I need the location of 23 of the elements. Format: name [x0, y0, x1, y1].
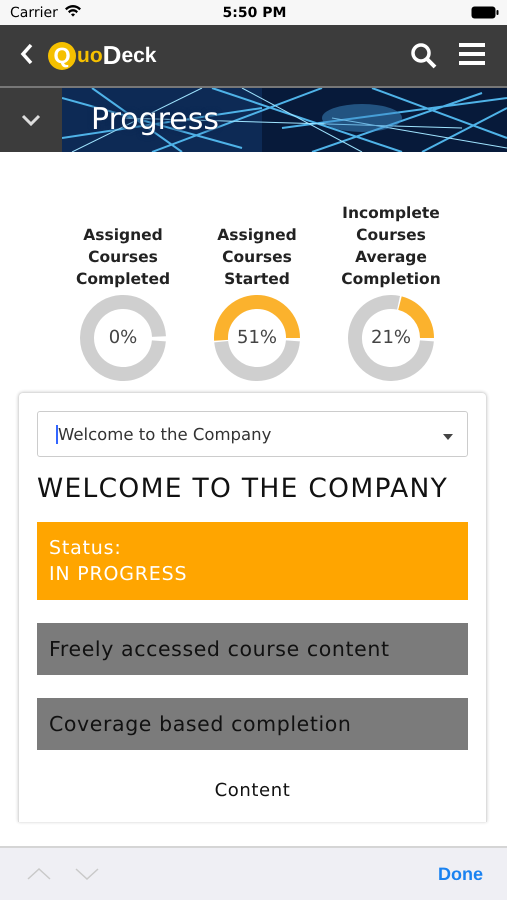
course-dropdown[interactable]: Welcome to the Company	[37, 411, 468, 457]
course-tag: Freely accessed course content	[37, 623, 468, 675]
wifi-icon	[64, 4, 82, 17]
app-logo: Q uoDeck	[48, 40, 396, 71]
menu-icon[interactable]	[459, 42, 485, 66]
course-title: WELCOME TO THE COMPANY	[37, 473, 450, 504]
stat-label: Assigned Courses Started	[216, 225, 298, 290]
clock-time: 5:50 PM	[222, 4, 288, 20]
chevron-down-icon[interactable]	[21, 114, 41, 126]
stat-value: 0%	[108, 327, 138, 349]
carrier-name: Carrier	[10, 4, 58, 20]
battery-icon	[471, 6, 499, 19]
search-icon[interactable]	[410, 42, 437, 69]
stat-value: 51%	[237, 327, 277, 349]
status-value: IN PROGRESS	[49, 562, 188, 587]
chart-label: Content	[214, 780, 292, 801]
status-label: Status:	[49, 536, 123, 561]
stat-value: 21%	[371, 327, 411, 349]
stat-label: Assigned Courses Completed	[74, 225, 172, 290]
course-tag: Coverage based completion	[37, 698, 468, 750]
stat-label: Incomplete Courses Average Completion	[340, 203, 442, 290]
dropdown-caret-icon	[443, 434, 453, 440]
back-icon[interactable]	[20, 42, 34, 64]
